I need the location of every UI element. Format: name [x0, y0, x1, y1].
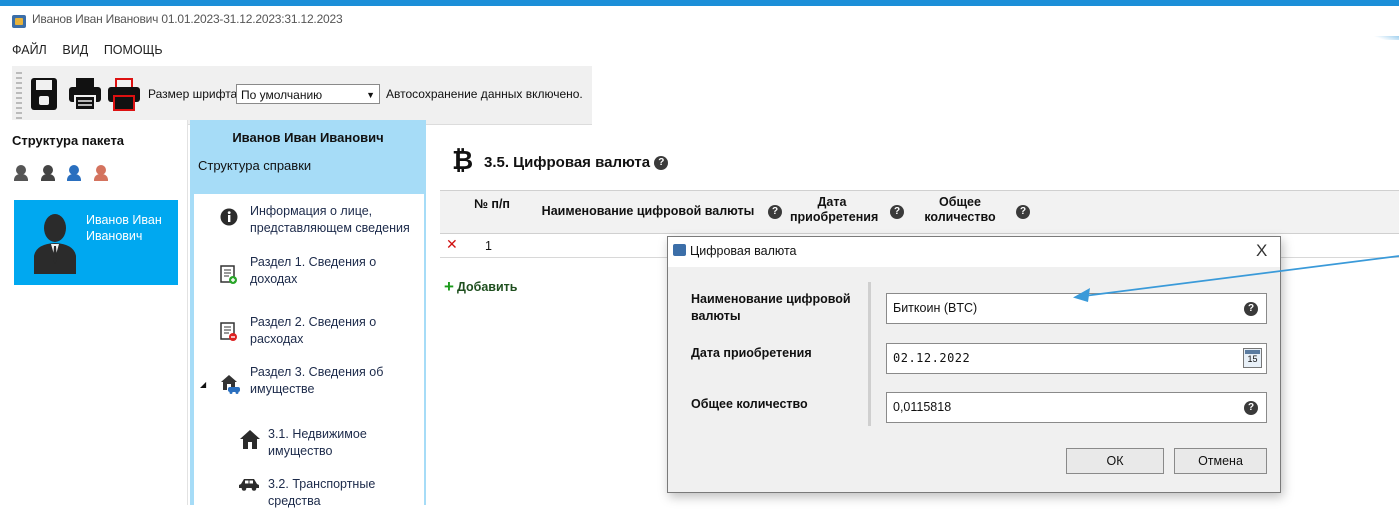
nav-item-income[interactable]: Раздел 1. Сведения о доходах [250, 254, 420, 288]
add-relative-icon[interactable] [93, 164, 116, 182]
package-toolbar [14, 164, 117, 185]
save-icon [31, 78, 57, 110]
purchase-date-value: 02.12.2022 [893, 351, 971, 365]
add-row-button[interactable]: + Добавить [444, 277, 517, 297]
label-currency-name: Наименование цифровой валюты [691, 292, 851, 323]
nav-item-info[interactable]: Информация о лице, представляющем сведен… [250, 203, 420, 237]
plus-icon: + [444, 277, 454, 296]
print-button[interactable] [68, 76, 101, 112]
row-number: 1 [485, 239, 492, 253]
structure-tree: Информация о лице, представляющем сведен… [194, 194, 424, 508]
font-size-value: По умолчанию [241, 88, 323, 102]
add-child-icon[interactable] [67, 164, 89, 182]
add-row-label: Добавить [456, 280, 518, 294]
total-amount-field[interactable]: 0,0115818 ? [886, 392, 1267, 423]
ok-button[interactable]: ОК [1066, 448, 1164, 474]
cancel-button[interactable]: Отмена [1174, 448, 1267, 474]
section-title-text: 3.5. Цифровая валюта [484, 154, 651, 171]
house-icon [240, 430, 260, 449]
total-amount-value: 0,0115818 [893, 400, 952, 414]
col-purchase-date: Дата приобретения [790, 195, 879, 224]
expense-doc-icon [220, 322, 237, 341]
package-title: Структура пакета [12, 133, 125, 148]
car-icon [239, 479, 259, 491]
menu-bar: ФАЙЛ ВИД ПОМОЩЬ [12, 42, 175, 62]
help-icon[interactable]: ? [1016, 205, 1030, 219]
section-title: 3.5. Цифровая валюта ? [484, 154, 669, 171]
print-red-icon [108, 78, 140, 111]
dialog-title: Цифровая валюта [690, 244, 797, 258]
close-button[interactable]: X [1256, 241, 1267, 261]
table-header: № п/п Наименование цифровой валюты ? Дат… [440, 190, 1399, 234]
currency-name-field[interactable]: Биткоин (BTC) ? [886, 293, 1267, 324]
col-currency-name: Наименование цифровой валюты [541, 204, 755, 218]
help-icon[interactable]: ? [1244, 302, 1258, 316]
nav-item-property[interactable]: Раздел 3. Сведения об имуществе [250, 364, 420, 398]
expand-arrow-icon[interactable]: ◢ [200, 380, 206, 389]
add-person-icon[interactable] [14, 164, 36, 182]
menu-view[interactable]: ВИД [62, 43, 88, 57]
app-icon [673, 244, 686, 256]
nav-item-real-estate[interactable]: 3.1. Недвижимое имущество [268, 426, 418, 460]
help-icon[interactable]: ? [768, 205, 782, 219]
save-button[interactable] [30, 76, 60, 112]
autosave-status: Автосохранение данных включено. [386, 87, 583, 101]
app-icon [12, 15, 26, 28]
menu-help[interactable]: ПОМОЩЬ [104, 43, 163, 57]
help-icon[interactable]: ? [890, 205, 904, 219]
bitcoin-icon: ₿ [452, 145, 474, 175]
person-name: Иванов Иван Иванович [86, 213, 162, 243]
dialog-separator [868, 282, 871, 426]
property-icon [221, 375, 240, 394]
col-number: № п/п [474, 197, 510, 211]
avatar [30, 212, 80, 274]
add-person-icon[interactable] [40, 164, 63, 182]
calendar-icon[interactable]: 15 [1243, 348, 1262, 368]
delete-row-icon[interactable]: ✕ [446, 236, 458, 253]
window-title: Иванов Иван Иванович 01.01.2023-31.12.20… [32, 12, 343, 26]
info-icon [220, 208, 238, 226]
help-icon[interactable]: ? [1244, 401, 1258, 415]
purchase-date-field[interactable]: 02.12.2022 15 [886, 343, 1267, 374]
menu-file[interactable]: ФАЙЛ [12, 43, 47, 57]
nav-item-expenses[interactable]: Раздел 2. Сведения о расходах [250, 314, 420, 348]
label-purchase-date: Дата приобретения [691, 346, 812, 360]
print-icon [69, 78, 101, 111]
toolbar-grip[interactable] [16, 72, 22, 122]
font-size-label: Размер шрифта: [148, 87, 241, 101]
currency-name-value: Биткоин (BTC) [893, 301, 978, 315]
structure-subtitle: Структура справки [198, 158, 312, 173]
structure-person-name: Иванов Иван Иванович [232, 130, 384, 145]
help-icon[interactable]: ? [654, 156, 669, 171]
font-size-select[interactable]: По умолчанию ▼ [236, 84, 380, 104]
print-selected-button[interactable] [107, 76, 140, 112]
label-total-amount: Общее количество [691, 397, 808, 411]
col-total-amount: Общее количество [924, 195, 996, 224]
income-doc-icon [220, 265, 237, 284]
dropdown-arrow-icon: ▼ [366, 90, 375, 100]
